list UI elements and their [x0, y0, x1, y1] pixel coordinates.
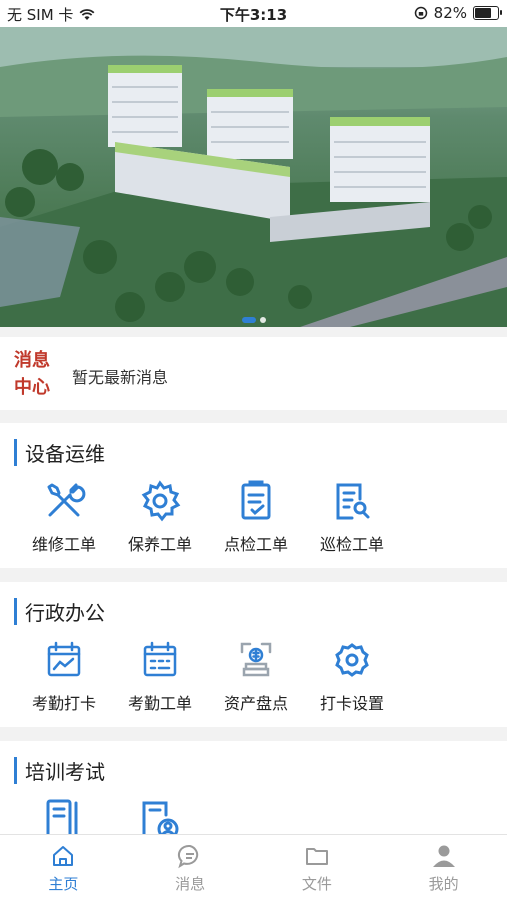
section-grid: 考勤打卡 考勤工单 资产盘点 打卡设置 [16, 638, 400, 714]
attendance-clock-in-label: 考勤打卡 [31, 694, 96, 713]
attendance-order-label: 考勤工单 [127, 694, 192, 713]
message-title-line2: 中心 [14, 377, 50, 398]
exam-button[interactable] [112, 797, 208, 834]
section-grid [16, 797, 208, 834]
chat-icon [178, 844, 199, 869]
battery-icon [473, 6, 502, 20]
course-icon [46, 799, 78, 834]
tab-mine[interactable]: 我的 [380, 835, 507, 901]
carousel-indicator [0, 317, 507, 323]
home-icon [53, 846, 74, 866]
user-icon [432, 845, 455, 867]
inspection-order-button[interactable]: 巡检工单 [304, 479, 400, 555]
battery-percent: 82% [433, 4, 467, 22]
section-accent-bar [14, 438, 17, 466]
inspect-doc-icon [336, 483, 370, 520]
message-center-title: 消息 中心 [14, 347, 54, 401]
carousel-dot-active [241, 317, 256, 323]
maintenance-order-button[interactable]: 保养工单 [112, 479, 208, 555]
tab-messages-label: 消息 [175, 875, 206, 893]
section-accent-bar [14, 756, 17, 784]
attendance-clock-in-button[interactable]: 考勤打卡 [16, 638, 112, 714]
settings-icon [335, 643, 369, 677]
checklist-icon [241, 480, 271, 520]
message-text: 暂无最新消息 [72, 368, 169, 387]
attendance-chart-icon [47, 641, 81, 677]
carousel-dot [259, 317, 266, 323]
clock-in-settings-button[interactable]: 打卡设置 [304, 638, 400, 714]
section-header: 设备运维 [14, 437, 105, 467]
tab-home-label: 主页 [48, 875, 79, 893]
maintenance-order-label: 保养工单 [127, 535, 192, 554]
section-accent-bar [14, 597, 17, 625]
section-title: 培训考试 [25, 759, 105, 784]
tab-files[interactable]: 文件 [254, 835, 381, 901]
attendance-order-button[interactable]: 考勤工单 [112, 638, 208, 714]
clock-in-settings-label: 打卡设置 [319, 694, 384, 713]
exam-icon [142, 801, 179, 834]
folder-icon [305, 848, 328, 865]
message-center[interactable]: 消息 中心 暂无最新消息 [0, 337, 507, 410]
status-right: 82% [414, 4, 502, 22]
tab-messages[interactable]: 消息 [127, 835, 254, 901]
tab-bar: 主页 消息 文件 我的 [0, 834, 507, 901]
tab-files-label: 文件 [301, 875, 332, 893]
repair-order-button[interactable]: 维修工单 [16, 479, 112, 555]
banner-carousel[interactable] [0, 27, 507, 327]
section-title: 设备运维 [25, 441, 105, 466]
tools-icon [47, 483, 86, 517]
message-title-line1: 消息 [14, 350, 50, 371]
training-course-button[interactable] [16, 797, 112, 834]
spot-check-order-label: 点检工单 [223, 535, 288, 554]
spot-check-order-button[interactable]: 点检工单 [208, 479, 304, 555]
section-training-exam: 培训考试 [0, 741, 507, 834]
section-grid: 维修工单 保养工单 点检工单 巡检工单 [16, 479, 400, 555]
tab-home[interactable]: 主页 [0, 835, 127, 901]
repair-order-label: 维修工单 [31, 535, 96, 554]
section-admin-office: 行政办公 考勤打卡 考勤工单 资产盘点 打卡设置 [0, 582, 507, 727]
asset-inventory-label: 资产盘点 [223, 694, 288, 713]
orientation-lock-icon [414, 6, 427, 20]
asset-inventory-button[interactable]: 资产盘点 [208, 638, 304, 714]
gear-icon [141, 480, 181, 522]
section-header: 培训考试 [14, 755, 105, 785]
asset-icon [240, 642, 272, 677]
section-header: 行政办公 [14, 596, 105, 626]
hospital-illustration [0, 27, 507, 327]
section-title: 行政办公 [25, 600, 105, 625]
section-equipment-maintenance: 设备运维 维修工单 保养工单 点检工单 巡检工单 [0, 423, 507, 568]
calendar-icon [143, 641, 177, 677]
status-bar: 无 SIM 卡 下午3:13 82% [0, 0, 507, 27]
inspection-order-label: 巡检工单 [319, 535, 384, 554]
tab-mine-label: 我的 [428, 875, 459, 893]
